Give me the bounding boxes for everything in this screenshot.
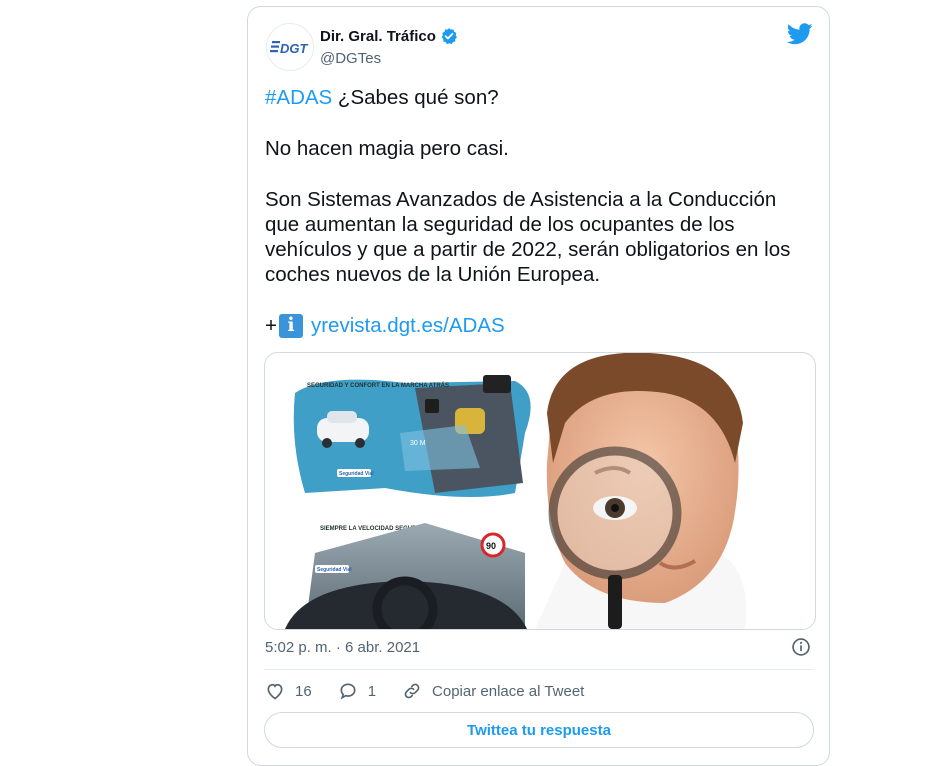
svg-text:Seguridad Vial: Seguridad Vial (317, 567, 352, 573)
link-icon (404, 683, 420, 699)
verified-badge-icon (441, 28, 457, 45)
info-circle-icon[interactable] (791, 637, 811, 657)
svg-text:90: 90 (486, 541, 496, 551)
speech-bubble-icon (340, 683, 356, 700)
divider (264, 669, 813, 670)
adas-infographic-illustration: SEGURIDAD Y CONFORT EN LA MARCHA ATRÁS 3… (265, 353, 815, 629)
dgt-logo: DGT (270, 41, 309, 56)
reply-button[interactable]: Twittea tu respuesta (264, 712, 814, 748)
svg-text:SEGURIDAD Y CONFORT EN LA MARC: SEGURIDAD Y CONFORT EN LA MARCHA ATRÁS (307, 382, 449, 389)
avatar[interactable]: DGT (266, 23, 314, 71)
tweet-line-2: No hacen magia pero casi. (265, 137, 509, 160)
tweet-line-3: Son Sistemas Avanzados de Asistencia a l… (265, 188, 791, 286)
heart-icon (267, 683, 283, 700)
twitter-bird-icon[interactable] (787, 23, 813, 45)
tweet-card: DGT Dir. Gral. Tráfico @DGTes #ADAS ¿Sab… (247, 6, 830, 766)
tweet-timestamp[interactable]: 5:02 p. m. · 6 abr. 2021 (265, 639, 420, 656)
like-button[interactable]: 16 (265, 681, 312, 701)
tweet-link-line: + i yrevista.dgt.es/ADAS (265, 313, 505, 338)
svg-text:DGT: DGT (280, 41, 309, 56)
tweet-actions: 16 1 Copiar enlace al Tweet (265, 681, 610, 701)
plus-sign: + (265, 314, 277, 337)
like-count: 16 (295, 682, 312, 700)
author-handle[interactable]: @DGTes (320, 50, 381, 67)
svg-text:Seguridad Vial: Seguridad Vial (339, 471, 374, 477)
tweet-line-1: #ADAS ¿Sabes qué son? (265, 86, 499, 109)
reply-count: 1 (367, 682, 377, 700)
external-link[interactable]: yrevista.dgt.es/ADAS (311, 313, 505, 338)
svg-text:30 M: 30 M (410, 440, 426, 447)
author-name[interactable]: Dir. Gral. Tráfico (320, 28, 436, 45)
info-emoji-icon: i (278, 313, 303, 338)
author-row: Dir. Gral. Tráfico (320, 27, 458, 45)
copy-link-label: Copiar enlace al Tweet (432, 682, 585, 700)
hashtag-link[interactable]: #ADAS (265, 86, 332, 109)
tweet-media-image[interactable]: SEGURIDAD Y CONFORT EN LA MARCHA ATRÁS 3… (264, 352, 816, 630)
copy-link-button[interactable]: Copiar enlace al Tweet (402, 681, 584, 701)
reply-action[interactable]: 1 (338, 681, 376, 701)
